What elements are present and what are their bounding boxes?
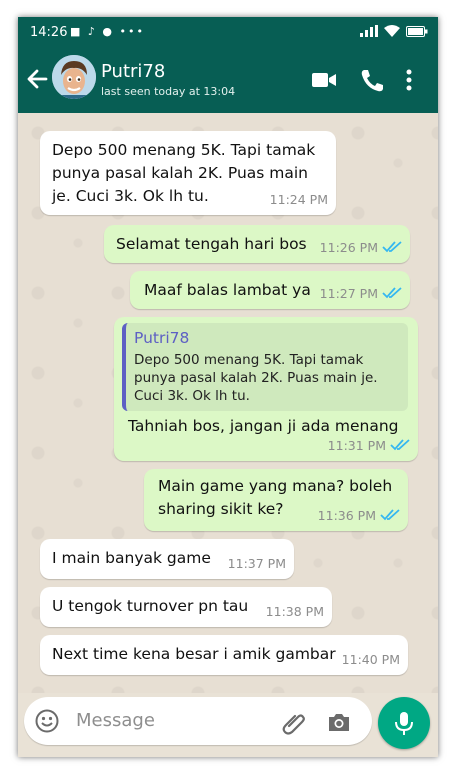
battery-icon <box>406 25 428 37</box>
quoted-text: Depo 500 menang 5K. Tapi tamak punya pas… <box>134 352 378 404</box>
message-bubble-outgoing-reply[interactable]: Putri78 Depo 500 menang 5K. Tapi tamak p… <box>114 317 418 461</box>
paperclip-icon[interactable] <box>280 709 306 735</box>
message-text: Maaf balas lambat ya <box>144 281 311 299</box>
camera-icon[interactable] <box>326 709 352 735</box>
signal-icon <box>360 25 378 37</box>
message-text: I main banyak game <box>52 549 211 567</box>
double-check-icon <box>382 241 402 253</box>
message-text: Selamat tengah hari bos <box>116 235 307 253</box>
message-composer: Message <box>24 697 372 745</box>
double-check-icon <box>382 287 402 299</box>
last-seen-status: last seen today at 13:04 <box>101 85 236 98</box>
message-time: 11:26 PM <box>319 240 378 255</box>
message-time: 11:27 PM <box>319 286 378 301</box>
arrow-left-icon[interactable] <box>24 65 50 93</box>
message-time: 11:37 PM <box>227 556 286 571</box>
message-bubble-outgoing[interactable]: Selamat tengah hari bos 11:26 PM <box>104 225 410 263</box>
video-call-icon[interactable] <box>310 67 338 93</box>
message-bubble-incoming[interactable]: I main banyak game 11:37 PM <box>40 539 294 579</box>
message-bubble-incoming[interactable]: Next time kena besar i amik gambar 11:40… <box>40 635 408 675</box>
message-time: 11:36 PM <box>317 508 376 523</box>
message-bubble-incoming[interactable]: Depo 500 menang 5K. Tapi tamak punya pas… <box>40 131 336 215</box>
more-vert-icon[interactable] <box>402 67 416 93</box>
phone-icon[interactable] <box>358 67 386 93</box>
message-time: 11:24 PM <box>269 192 328 207</box>
phone-screen: 14:26 ■ ♪ ● ••• Putri78 last seen today … <box>18 17 438 757</box>
message-bubble-outgoing[interactable]: Maaf balas lambat ya 11:27 PM <box>130 271 410 309</box>
chat-header: Putri78 last seen today at 13:04 <box>18 49 438 113</box>
message-time: 11:40 PM <box>341 652 400 667</box>
message-bubble-outgoing[interactable]: Main game yang mana? boleh sharing sikit… <box>144 469 408 531</box>
avatar[interactable] <box>52 55 96 99</box>
mic-icon <box>395 712 413 735</box>
quoted-author: Putri78 <box>134 329 190 347</box>
emoji-icon[interactable] <box>34 708 60 734</box>
contact-name[interactable]: Putri78 <box>101 61 165 82</box>
chat-area[interactable]: Depo 500 menang 5K. Tapi tamak punya pas… <box>18 113 438 693</box>
status-time: 14:26 <box>30 25 68 40</box>
double-check-icon <box>390 439 410 451</box>
message-input[interactable]: Message <box>76 710 155 731</box>
message-time: 11:31 PM <box>327 438 386 453</box>
message-text: Next time kena besar i amik gambar <box>52 645 336 663</box>
double-check-icon <box>380 509 400 521</box>
notification-icons: ■ ♪ ● ••• <box>70 25 145 38</box>
wifi-icon <box>384 25 400 37</box>
mic-button[interactable] <box>378 697 430 749</box>
message-text: U tengok turnover pn tau <box>52 597 249 615</box>
quoted-message[interactable]: Putri78 Depo 500 menang 5K. Tapi tamak p… <box>122 323 408 411</box>
message-time: 11:38 PM <box>265 604 324 619</box>
message-bubble-incoming[interactable]: U tengok turnover pn tau 11:38 PM <box>40 587 332 627</box>
status-right-icons <box>360 25 428 37</box>
status-bar: 14:26 ■ ♪ ● ••• <box>18 17 438 49</box>
